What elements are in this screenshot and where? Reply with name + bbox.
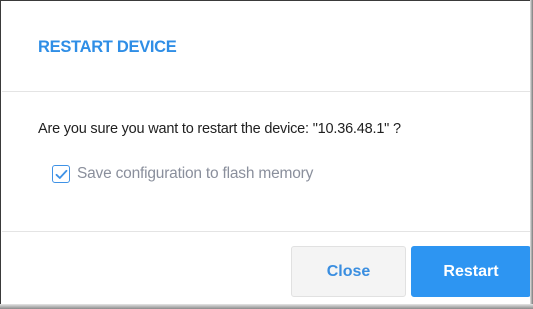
confirmation-message: Are you sure you want to restart the dev…: [38, 121, 401, 137]
save-config-option[interactable]: Save configuration to flash memory: [52, 165, 313, 183]
restart-button[interactable]: Restart: [411, 246, 531, 297]
header-divider: [2, 91, 530, 92]
dialog-title: RESTART DEVICE: [38, 38, 177, 56]
restart-device-dialog: RESTART DEVICE Are you sure you want to …: [0, 0, 533, 309]
save-config-label[interactable]: Save configuration to flash memory: [77, 165, 313, 183]
check-icon: [55, 169, 67, 179]
close-button[interactable]: Close: [291, 246, 406, 297]
footer-divider: [2, 231, 530, 232]
save-config-checkbox[interactable]: [52, 165, 70, 183]
window-edge-bottom: [0, 304, 533, 309]
